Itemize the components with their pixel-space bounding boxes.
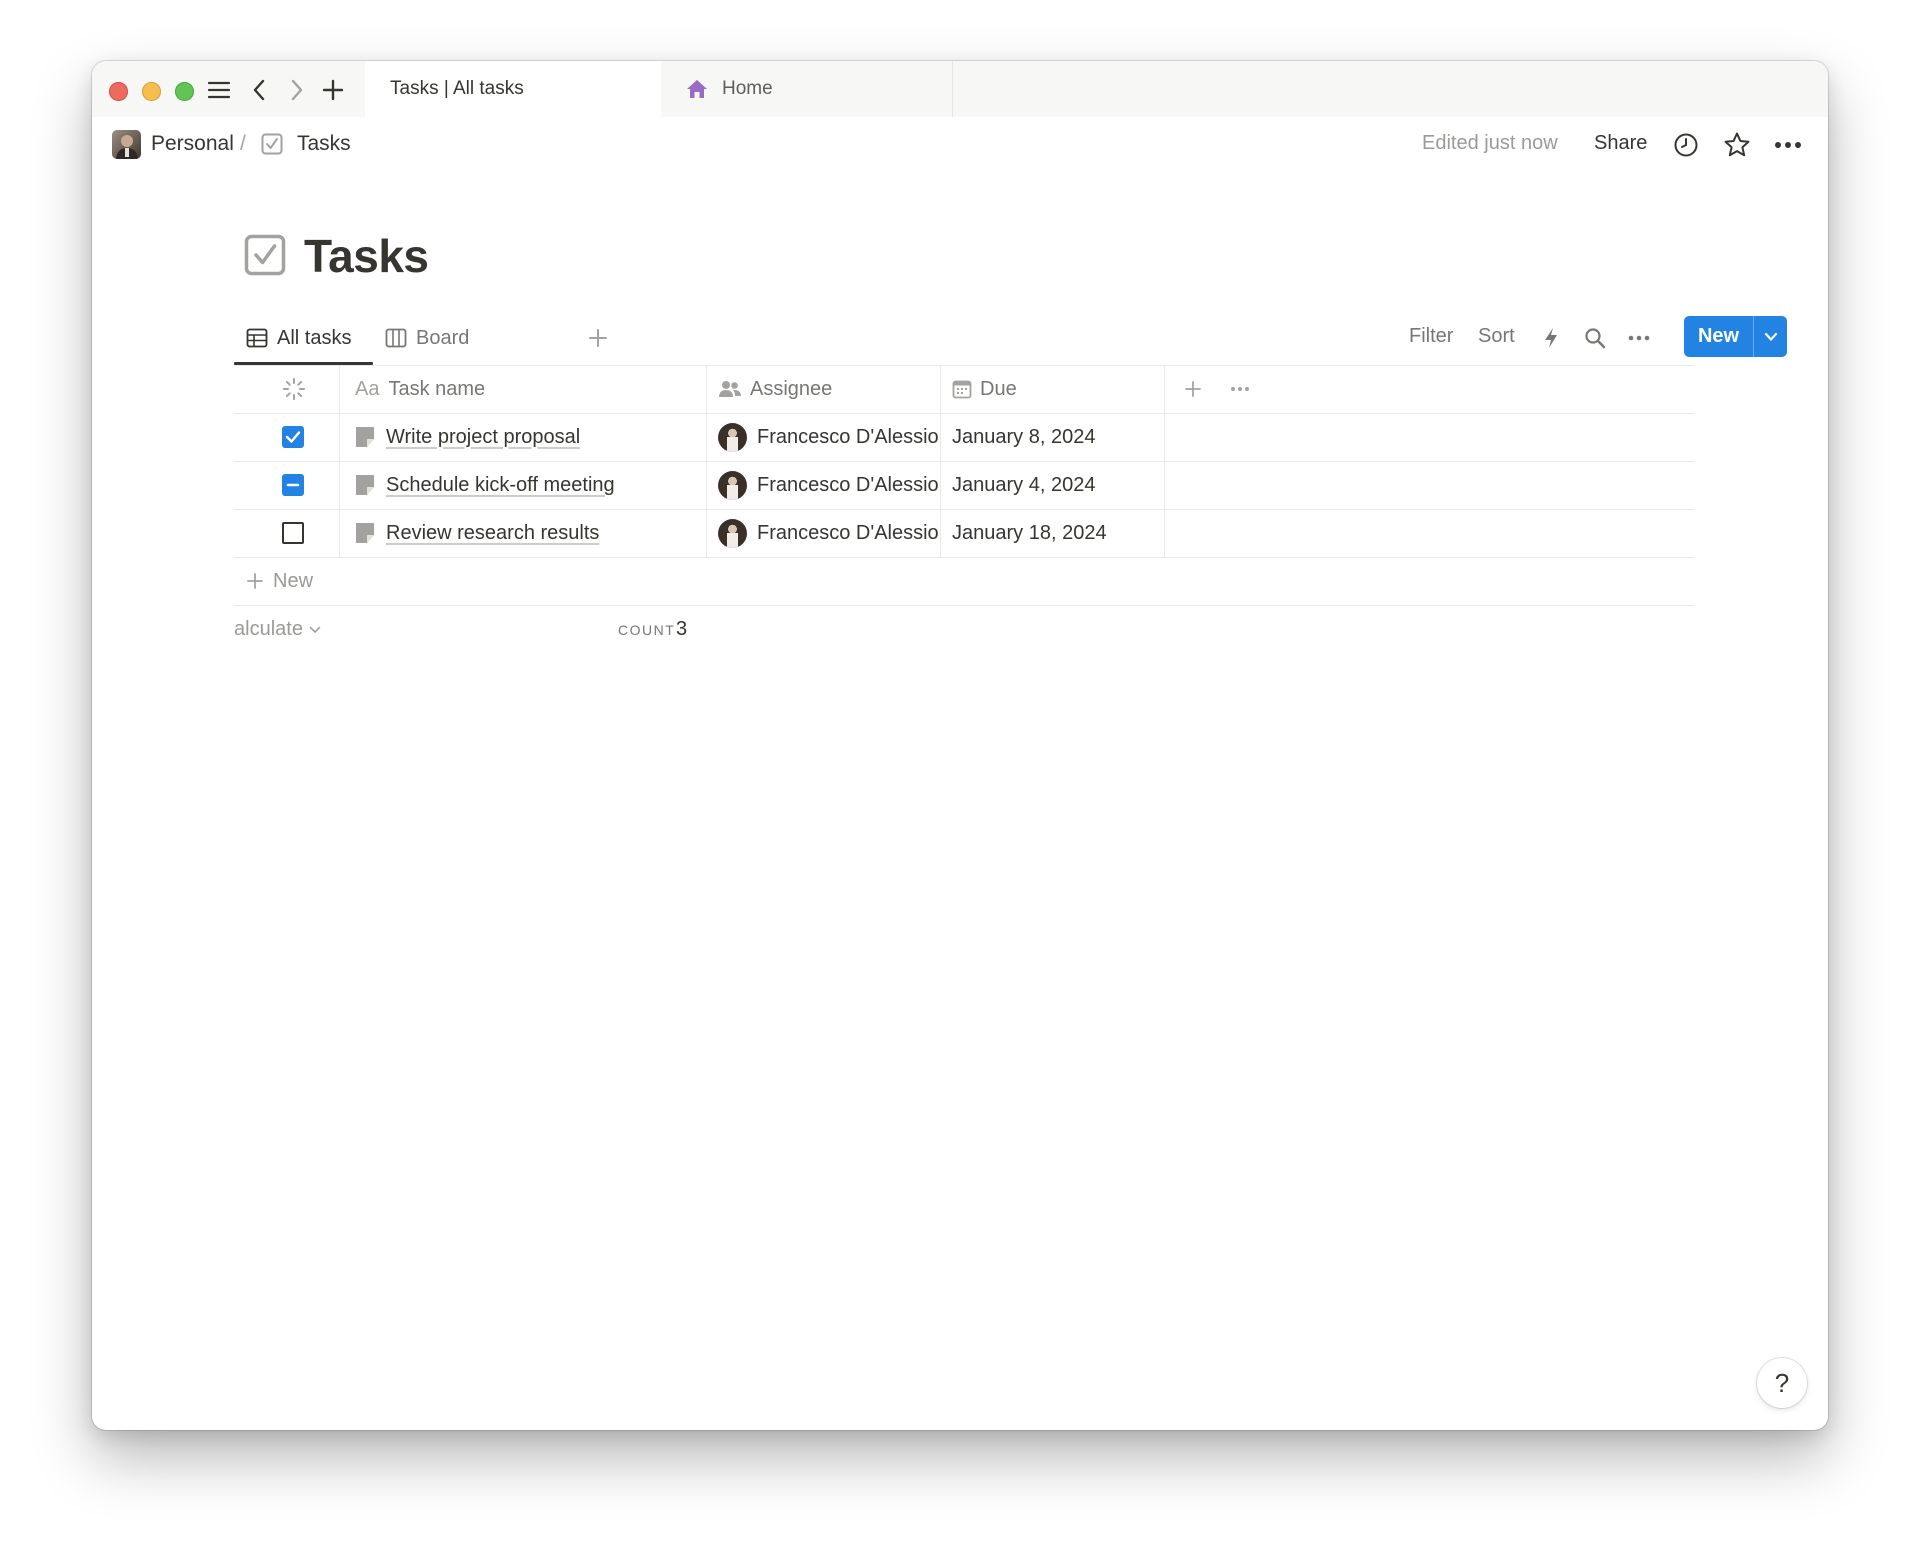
assignee-cell[interactable]: Francesco D'Alessio [718,413,951,461]
edited-status: Edited just now [1422,132,1558,154]
board-icon [385,328,407,348]
filter-button[interactable]: Filter [1409,325,1453,348]
add-view-icon[interactable] [586,326,610,350]
table-row[interactable]: Schedule kick-off meeting Francesco D'Al… [234,461,1694,509]
title-bar: Tasks | All tasks Home [92,61,1828,117]
column-header-label: Due [980,377,1017,400]
tab-tasks-all-tasks[interactable]: Tasks | All tasks [365,61,661,117]
count-value[interactable]: 3 [676,618,687,641]
avatar [718,422,747,452]
checkbox-page-icon [261,133,283,160]
chevron-left-icon[interactable] [244,75,274,105]
due-date: January 8, 2024 [952,425,1096,448]
help-button[interactable]: ? [1757,1358,1807,1408]
page-icon [355,474,375,496]
status-checkbox-unchecked[interactable] [282,522,304,544]
calculate-dropdown[interactable]: alculate [234,618,321,641]
search-icon[interactable] [1581,324,1609,352]
view-toolbar: All tasks Board Filter Sort New [234,313,1787,365]
due-date-cell[interactable]: January 4, 2024 [952,461,1162,509]
new-button-label[interactable]: New [1684,316,1754,357]
calculate-label: alculate [234,618,303,640]
page-header-bar: Personal / Tasks Edited just now Share [92,117,1828,173]
workspace-avatar [112,130,141,159]
view-tab-label: Board [416,326,470,349]
assignee-name: Francesco D'Alessio [757,473,939,496]
lightning-icon[interactable] [1537,324,1565,352]
clock-icon[interactable] [1670,129,1702,161]
view-tab-all-tasks[interactable]: All tasks [246,313,351,363]
page-icon [355,522,375,544]
page-title[interactable]: Tasks [304,229,429,283]
due-date-cell[interactable]: January 18, 2024 [952,509,1162,557]
tab-label: Tasks | All tasks [390,78,524,99]
column-header-label: Task name [388,377,486,400]
table-row[interactable]: Write project proposal Francesco D'Aless… [234,413,1694,461]
view-options-icon[interactable] [1625,324,1653,352]
page-checkbox-icon[interactable] [244,234,286,276]
page-icon [355,426,375,448]
more-horizontal-icon[interactable] [1772,129,1804,161]
add-new-row-button[interactable]: New [234,557,634,605]
people-icon [718,379,742,399]
column-options-icon[interactable] [1230,365,1250,413]
calendar-icon [952,379,972,399]
assignee-cell[interactable]: Francesco D'Alessio [718,461,951,509]
star-icon[interactable] [1721,129,1753,161]
due-date: January 4, 2024 [952,473,1096,496]
view-tab-label: All tasks [277,326,352,349]
assignee-name: Francesco D'Alessio [757,425,939,448]
task-name-column-header[interactable]: Aa Task name [355,365,485,413]
breadcrumb-tasks[interactable]: Tasks [297,132,351,156]
calculation-row: alculate COUNT 3 [234,605,1694,653]
chevron-down-icon [309,626,321,634]
status-column-header[interactable] [282,365,314,413]
task-name-cell[interactable]: Review research results [355,509,700,557]
add-new-label: New [273,569,314,592]
breadcrumb-separator: / [240,132,246,155]
due-column-header[interactable]: Due [952,365,1017,413]
table-row[interactable]: Review research results Francesco D'Ales… [234,509,1694,557]
avatar [718,518,747,548]
new-record-button[interactable]: New [1684,316,1787,357]
sort-button[interactable]: Sort [1478,325,1515,348]
status-checkbox-checked[interactable] [282,426,304,448]
text-property-icon: Aa [355,377,380,400]
due-date: January 18, 2024 [952,521,1107,544]
breadcrumb-personal[interactable]: Personal [151,132,234,156]
tab-home[interactable]: Home [661,61,953,117]
home-icon [686,79,708,99]
plus-icon [246,572,264,590]
plus-icon[interactable] [318,75,348,105]
task-name-cell[interactable]: Write project proposal [355,413,700,461]
chevron-right-icon[interactable] [282,75,312,105]
task-name[interactable]: Write project proposal [386,426,580,449]
due-date-cell[interactable]: January 8, 2024 [952,413,1162,461]
task-name-cell[interactable]: Schedule kick-off meeting [355,461,700,509]
tab-label: Home [722,78,773,99]
add-property-icon[interactable] [1184,365,1202,413]
avatar [718,470,747,500]
task-name[interactable]: Review research results [386,522,599,545]
view-tab-board[interactable]: Board [385,313,469,363]
minimize-window-button[interactable] [142,82,161,101]
column-header-label: Assignee [750,377,833,400]
assignee-name: Francesco D'Alessio [757,521,939,544]
close-window-button[interactable] [109,82,128,101]
assignee-cell[interactable]: Francesco D'Alessio [718,509,951,557]
maximize-window-button[interactable] [175,82,194,101]
table-icon [246,328,268,348]
menu-icon[interactable] [204,75,234,105]
count-label[interactable]: COUNT [618,622,675,638]
app-window: Tasks | All tasks Home Personal / Tasks … [92,61,1828,1430]
share-button[interactable]: Share [1594,132,1647,155]
status-checkbox-in-progress[interactable] [282,474,304,496]
task-name[interactable]: Schedule kick-off meeting [386,474,615,497]
loading-spinner-icon [282,377,306,401]
assignee-column-header[interactable]: Assignee [718,365,832,413]
chevron-down-icon[interactable] [1754,316,1787,357]
